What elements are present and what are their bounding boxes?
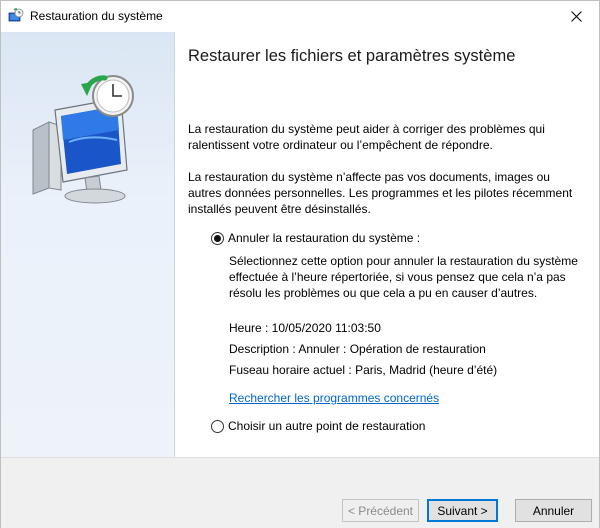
other-restore-point-label: Choisir un autre point de restauration xyxy=(228,419,426,433)
close-button[interactable] xyxy=(553,1,599,32)
undo-restore-description: Sélectionnez cette option pour annuler l… xyxy=(229,254,578,300)
back-button[interactable]: < Précédent xyxy=(342,499,419,522)
system-restore-icon xyxy=(8,8,24,22)
radio-button-checked[interactable] xyxy=(211,231,224,245)
system-restore-window: Restauration du système Restaurer les fi… xyxy=(0,0,600,528)
info-paragraph: La restauration du système n’affecte pas… xyxy=(188,170,573,216)
main-content: Restaurer les fichiers et paramètres sys… xyxy=(175,32,599,457)
restore-time: Heure : 10/05/2020 11:03:50 xyxy=(229,321,381,335)
radio-button-unchecked[interactable] xyxy=(211,419,224,433)
close-icon xyxy=(570,11,582,22)
page-title: Restaurer les fichiers et paramètres sys… xyxy=(188,47,516,65)
undo-restore-radio[interactable]: Annuler la restauration du système : xyxy=(211,231,420,245)
next-button[interactable]: Suivant > xyxy=(427,499,498,522)
intro-paragraph: La restauration du système peut aider à … xyxy=(188,122,545,152)
restore-description: Description : Annuler : Opération de res… xyxy=(229,342,486,356)
system-restore-illustration xyxy=(32,75,134,204)
restore-timezone: Fuseau horaire actuel : Paris, Madrid (h… xyxy=(229,363,498,377)
button-bar: < Précédent Suivant > Annuler xyxy=(1,457,599,528)
affected-programs-link[interactable]: Rechercher les programmes concernés xyxy=(229,391,439,405)
window-title: Restauration du système xyxy=(30,9,163,23)
other-restore-point-radio[interactable]: Choisir un autre point de restauration xyxy=(211,419,425,433)
sidebar-panel xyxy=(1,32,175,457)
title-bar: Restauration du système xyxy=(1,1,599,32)
undo-restore-label: Annuler la restauration du système : xyxy=(228,231,421,245)
cancel-button[interactable]: Annuler xyxy=(515,499,592,522)
